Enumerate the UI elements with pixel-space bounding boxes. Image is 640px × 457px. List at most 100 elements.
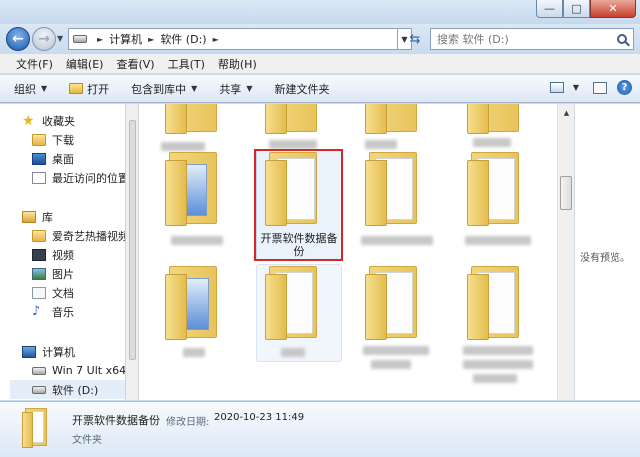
folder-icon [165, 152, 219, 226]
details-file-name: 开票软件数据备份 [72, 414, 160, 427]
scroll-up-icon[interactable]: ▲ [558, 104, 575, 121]
refresh-button[interactable]: ⇆ [404, 28, 426, 50]
chevron-right-icon[interactable]: ► [148, 35, 154, 44]
blurred-label [281, 348, 305, 357]
close-button[interactable]: ✕ [590, 0, 636, 18]
navigation-pane: ★ 收藏夹 下载 桌面 最近访问的位置 库 爱奇艺热播视频 视频 图片 文档 ♪ 音… [0, 104, 125, 400]
nav-libraries[interactable]: 库 [22, 207, 53, 226]
library-icon [22, 210, 36, 223]
preview-pane-icon[interactable] [593, 81, 607, 94]
nav-item-recent[interactable]: 最近访问的位置 [32, 168, 125, 187]
nav-item-iqiyi[interactable]: 爱奇艺热播视频 [32, 226, 125, 245]
open-folder-icon [69, 83, 84, 94]
chevron-right-icon[interactable]: ► [213, 35, 219, 44]
view-controls: ▼ ? [549, 80, 632, 95]
include-library-label: 包含到库中 [131, 82, 187, 96]
command-bar: 组织 ▼ 打开 包含到库中 ▼ 共享 ▼ 新建文件夹 ▼ ? [0, 75, 640, 103]
minimize-button[interactable]: — [536, 0, 563, 18]
include-in-library-button[interactable]: 包含到库中 ▼ [131, 81, 197, 97]
scrollbar-thumb[interactable] [129, 120, 136, 360]
details-modified-label: 修改日期: [166, 417, 210, 428]
details-type: 文件夹 [72, 435, 102, 446]
nav-item-label: 音乐 [52, 305, 74, 319]
recent-pages-dropdown[interactable]: ▼ [57, 34, 63, 43]
search-box[interactable] [430, 28, 634, 50]
nav-item-downloads[interactable]: 下载 [32, 130, 74, 149]
preview-message: 没有预览。 [580, 253, 630, 264]
highlight-box [254, 149, 343, 261]
search-icon[interactable] [617, 34, 627, 44]
share-label: 共享 [219, 82, 242, 96]
back-arrow-icon: ← [12, 31, 24, 47]
nav-item-desktop[interactable]: 桌面 [32, 149, 74, 168]
nav-item-label: 下载 [52, 133, 74, 147]
drive-icon [69, 35, 91, 43]
blurred-label [473, 374, 517, 383]
desktop-icon [32, 152, 46, 165]
chevron-down-icon: ▼ [246, 84, 253, 93]
nav-computer[interactable]: 计算机 [22, 342, 75, 361]
computer-icon [22, 345, 36, 358]
open-button[interactable]: 打开 [69, 81, 109, 97]
menu-file[interactable]: 文件(F) [16, 56, 53, 72]
nav-item-documents[interactable]: 文档 [32, 283, 74, 302]
menu-tools[interactable]: 工具(T) [168, 56, 205, 72]
nav-item-label: 爱奇艺热播视频 [52, 229, 125, 243]
menu-edit[interactable]: 编辑(E) [66, 56, 104, 72]
nav-item-label: 视频 [52, 248, 74, 262]
menu-help[interactable]: 帮助(H) [218, 56, 257, 72]
breadcrumb-computer[interactable]: 计算机 [109, 31, 142, 47]
nav-item-music[interactable]: ♪ 音乐 [32, 302, 74, 321]
back-button[interactable]: ← [6, 27, 30, 51]
refresh-icon: ⇆ [409, 31, 421, 47]
details-modified-value: 2020-10-23 11:49 [214, 412, 305, 423]
folder-icon [265, 104, 319, 134]
new-folder-button[interactable]: 新建文件夹 [274, 81, 329, 97]
search-input[interactable] [437, 32, 607, 46]
drive-icon [32, 385, 46, 394]
blurred-label [361, 236, 433, 245]
drive-icon [32, 366, 46, 375]
organize-button[interactable]: 组织 ▼ [14, 81, 47, 97]
details-pane: 开票软件数据备份 修改日期: 2020-10-23 11:49 文件夹 [0, 401, 640, 457]
preview-pane: 没有预览。 [574, 104, 640, 400]
nav-item-videos[interactable]: 视频 [32, 245, 74, 264]
chevron-down-icon: ▼ [41, 84, 48, 93]
blurred-label [473, 138, 511, 147]
folder-icon [365, 152, 419, 226]
folder-icon [265, 266, 319, 340]
navigation-row: ← → ▼ ► 计算机 ► 软件 (D:) ► ▼ ⇆ [0, 24, 640, 54]
chevron-right-icon[interactable]: ► [97, 35, 103, 44]
nav-favorites[interactable]: ★ 收藏夹 [22, 111, 75, 130]
folder-icon [32, 229, 46, 242]
blurred-label [269, 140, 317, 149]
nav-pane-scrollbar[interactable] [125, 104, 139, 400]
breadcrumb-drive-d[interactable]: 软件 (D:) [160, 31, 206, 47]
star-icon: ★ [22, 112, 35, 129]
folder-icon [22, 408, 48, 448]
maximize-button[interactable]: □ [563, 0, 590, 18]
blurred-label [463, 346, 533, 355]
nav-item-drive-c[interactable]: Win 7 Ult x64 (C [32, 361, 125, 380]
nav-favorites-label: 收藏夹 [42, 114, 75, 128]
blurred-label [371, 360, 411, 369]
chevron-down-icon[interactable]: ▼ [573, 83, 579, 92]
nav-item-label: 文档 [52, 286, 74, 300]
menu-view[interactable]: 查看(V) [116, 56, 154, 72]
nav-item-label: 图片 [52, 267, 74, 281]
blurred-label [183, 348, 205, 357]
nav-item-pictures[interactable]: 图片 [32, 264, 74, 283]
help-icon[interactable]: ? [617, 80, 632, 95]
forward-button[interactable]: → [32, 27, 56, 51]
nav-item-label: Win 7 Ult x64 (C [52, 364, 125, 377]
menu-bar: 文件(F) 编辑(E) 查看(V) 工具(T) 帮助(H) [0, 54, 640, 74]
share-button[interactable]: 共享 ▼ [219, 81, 252, 97]
forward-arrow-icon: → [38, 31, 50, 47]
blurred-label [465, 236, 531, 245]
scrollbar-thumb[interactable] [560, 176, 572, 210]
folder-icon [467, 104, 521, 134]
nav-item-drive-d[interactable]: 软件 (D:) [10, 380, 125, 399]
change-view-icon[interactable] [549, 82, 564, 93]
address-bar[interactable]: ► 计算机 ► 软件 (D:) ► [68, 28, 398, 50]
content-scrollbar[interactable]: ▲ [557, 104, 574, 400]
